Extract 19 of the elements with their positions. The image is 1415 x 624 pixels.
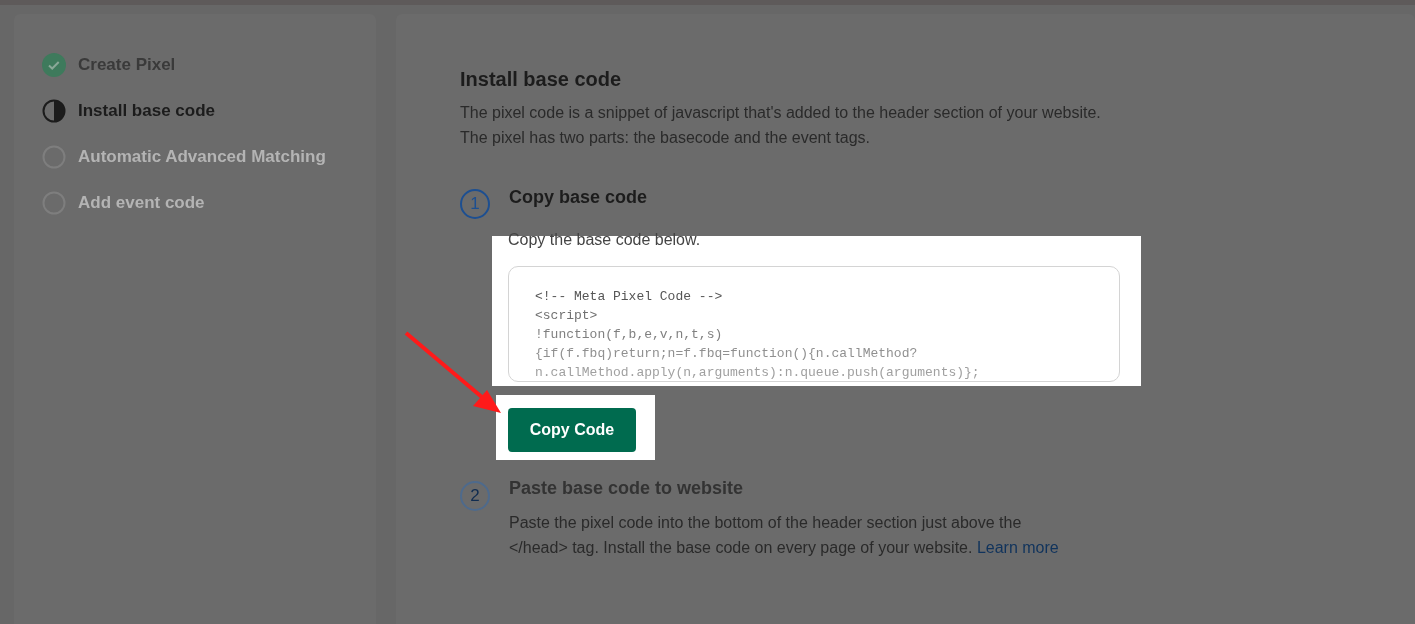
- copy-code-button[interactable]: Copy Code: [508, 408, 636, 452]
- code-line: {if(f.fbq)return;n=f.fbq=function(){n.callMethod?: [535, 345, 919, 363]
- learn-more-link[interactable]: Learn more: [976, 539, 1059, 556]
- code-line: <script>: [535, 307, 599, 325]
- description-line: The pixel code is a snippet of javascript that's added to the header section of your website.: [460, 103, 1102, 123]
- section-title: Install base code: [460, 67, 623, 92]
- step-item[interactable]: Add event code: [78, 190, 205, 216]
- step-number: 1: [460, 189, 490, 219]
- step-hint: Copy the base code below.: [508, 230, 702, 250]
- step-title: Paste base code to website: [509, 477, 745, 500]
- code-line: n.callMethod.apply(n,arguments):n.queue.push(arguments)};: [535, 364, 981, 381]
- step-item[interactable]: Install base code: [78, 98, 215, 124]
- code-line: !function(f,b,e,v,n,t,s): [535, 326, 724, 344]
- step-item[interactable]: Automatic Advanced Matching: [78, 144, 326, 170]
- step-number: 2: [460, 481, 490, 511]
- step-description: Paste the pixel code into the bottom of the header section just above the </head> tag. Install the base code on every page of your website. Learn more: [509, 513, 1060, 558]
- description-line: The pixel has two parts: the basecode and the event tags.: [460, 128, 872, 148]
- step-title: Copy base code: [509, 186, 648, 209]
- code-line: <!-- Meta Pixel Code -->: [535, 288, 724, 306]
